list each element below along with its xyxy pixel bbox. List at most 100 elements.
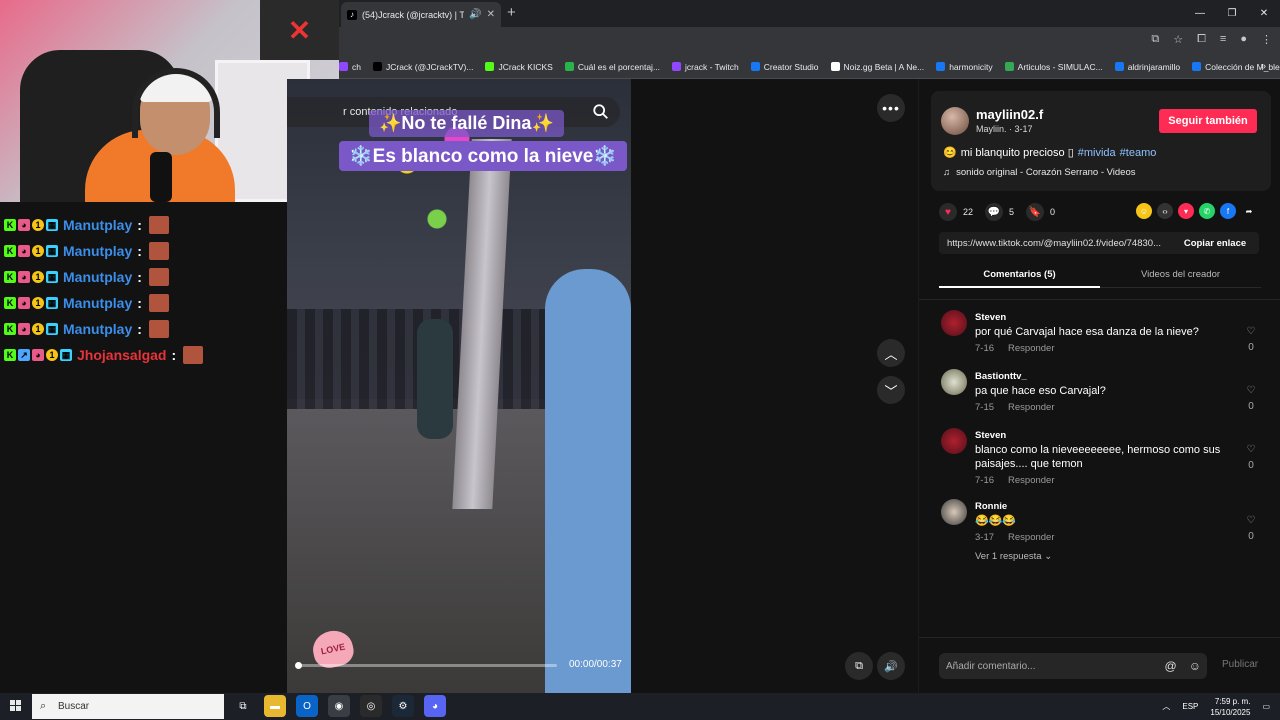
bookmark-item[interactable]: JCrack KICKS [485,62,553,72]
comment-icon[interactable]: 💬 [985,203,1004,221]
bookmark-star-icon[interactable]: ☆ [1173,33,1183,46]
progress-handle[interactable] [295,662,302,669]
emoji-icon[interactable]: ☺ [1189,659,1201,673]
commenter-avatar[interactable] [941,428,967,454]
like-action[interactable]: ♥ 22 [939,203,973,221]
bookmark-icon[interactable]: 🔖 [1026,203,1045,221]
commenter-avatar[interactable] [941,499,967,525]
comment-like-icon[interactable]: ♡ [1244,444,1258,455]
volume-icon[interactable]: 🔊 [469,9,481,20]
bookmark-item[interactable]: jcrack - Twitch [672,62,739,72]
close-tab-icon[interactable]: ✕ [487,9,495,20]
bookmark-item[interactable]: Colección de M_blei... [1192,62,1280,72]
previous-video-button[interactable]: ︿ [877,339,905,367]
author-avatar[interactable] [941,107,969,135]
more-options-button[interactable]: ••• [877,94,905,122]
tab-comments[interactable]: Comentarios (5) [939,263,1100,288]
bookmark-item[interactable]: Noiz.gg Beta | A Ne... [830,62,924,72]
chrome-icon[interactable]: ◉ [328,695,350,717]
next-video-button[interactable]: ﹀ [877,376,905,404]
bookmark-item[interactable]: ch [339,62,361,72]
minimize-button[interactable]: — [1184,0,1216,27]
heart-icon[interactable]: ♥ [939,203,957,221]
author-username[interactable]: mayliin02.f [976,107,1043,122]
volume-button[interactable]: 🔊 [877,652,905,680]
chat-badge-icon: ◕ [32,349,44,361]
whatsapp-icon[interactable]: ✆ [1199,203,1215,219]
view-replies-button[interactable]: Ver 1 respuesta ⌄ [975,551,1052,562]
embed-icon[interactable]: ‹› [1157,203,1173,219]
video-progress-bar[interactable] [295,662,557,669]
restore-button[interactable]: ❐ [1216,0,1248,27]
outlook-icon[interactable]: O [296,695,318,717]
notification-icon[interactable]: ▭ [1262,702,1270,711]
comment-user[interactable]: Steven [975,430,1006,441]
details-panel: mayliin02.f Mayliin. · 3-17 Seguir tambi… [918,79,1280,693]
sound-info[interactable]: ♫ sonido original - Corazón Serrano - Vi… [943,167,1136,178]
send-icon[interactable]: ▾ [1178,203,1194,219]
chat-separator: : [137,217,142,233]
browser-tab[interactable]: ♪ (54)Jcrack (@jcracktv) | TikT 🔊 ✕ [341,2,501,27]
bookmark-item[interactable]: Creator Studio [750,62,819,72]
windows-start-icon[interactable] [10,700,22,712]
bookmark-item[interactable]: Cuál es el porcentaj... [564,62,660,72]
comment-action[interactable]: 💬 5 [985,203,1014,221]
file-explorer-icon[interactable]: ▬ [264,695,286,717]
taskbar-search[interactable]: ⌕ Buscar [32,694,224,719]
language-indicator[interactable]: ESP [1182,702,1198,711]
reply-button[interactable]: Responder [1008,532,1054,543]
bookmark-item[interactable]: aldrinjaramillo [1114,61,1181,72]
comment-like-icon[interactable]: ♡ [1244,326,1258,337]
picture-in-picture-button[interactable]: ⧉ [845,652,873,680]
mention-icon[interactable]: @ [1165,659,1177,673]
copy-link-button[interactable]: Copiar enlace [1171,238,1259,249]
chat-username[interactable]: Manutplay [63,243,132,259]
follow-button[interactable]: Seguir también [1159,109,1257,133]
comment-user[interactable]: Ronnie [975,501,1007,512]
clock[interactable]: 7:59 p. m. 15/10/2025 [1210,696,1250,718]
task-view-icon[interactable]: ⧉ [232,695,254,717]
media-controls-icon[interactable]: ≡ [1220,33,1226,46]
chat-username[interactable]: Manutplay [63,321,132,337]
new-tab-button[interactable]: + [507,4,516,21]
bookmarks-overflow-button[interactable]: » [1260,61,1266,72]
commenter-avatar[interactable] [941,310,967,336]
save-action[interactable]: 🔖 0 [1026,203,1055,221]
tab-creator-videos[interactable]: Videos del creador [1100,263,1261,288]
reply-button[interactable]: Responder [1008,343,1054,354]
search-icon[interactable] [592,103,610,121]
chat-username[interactable]: Manutplay [63,269,132,285]
bookmark-item[interactable]: Articulos - SIMULAC... [1004,62,1103,72]
reply-button[interactable]: Responder [1008,475,1054,486]
bookmark-item[interactable]: JCrack (@JCrackTV)... [372,62,473,72]
extensions-icon[interactable]: ⧠ [1197,33,1206,46]
post-comment-button[interactable]: Publicar [1222,659,1258,670]
comment-user[interactable]: Steven [975,312,1006,323]
chat-username[interactable]: Manutplay [63,217,132,233]
tray-chevron-icon[interactable]: ︿ [1162,701,1170,712]
facebook-icon[interactable]: f [1220,203,1236,219]
bookmark-label: aldrinjaramillo [1127,61,1181,72]
comment-like-icon[interactable]: ♡ [1244,385,1258,396]
comment-input[interactable]: Añadir comentario... @ ☺ [939,653,1207,679]
install-app-icon[interactable]: ⧉ [1151,33,1159,46]
commenter-avatar[interactable] [941,369,967,395]
steam-icon[interactable]: ⚙ [392,695,414,717]
comment-like-icon[interactable]: ♡ [1244,515,1258,526]
bookmark-item[interactable]: harmonicity [936,62,993,72]
chat-username[interactable]: Manutplay [63,295,132,311]
close-window-button[interactable]: ✕ [1248,0,1280,27]
video-link[interactable]: https://www.tiktok.com/@mayliin02.f/vide… [939,238,1171,249]
hashtag-teamo[interactable]: #teamo [1120,147,1157,159]
hashtag-mivida[interactable]: #mivida [1078,147,1116,159]
profile-icon[interactable]: ● [1240,33,1247,46]
share-arrow-icon[interactable]: ➦ [1241,203,1257,219]
chat-username[interactable]: Jhojansalgad [77,347,166,363]
friends-share-icon[interactable]: ☺ [1136,203,1152,219]
video-player[interactable]: r contenido relacionado ✨No te fallé Din… [287,79,631,693]
obs-icon[interactable]: ◎ [360,695,382,717]
comment-user[interactable]: Bastionttv_ [975,371,1027,382]
discord-icon[interactable]: ◕ [424,695,446,717]
reply-button[interactable]: Responder [1008,402,1054,413]
menu-icon[interactable]: ⋮ [1261,33,1272,46]
